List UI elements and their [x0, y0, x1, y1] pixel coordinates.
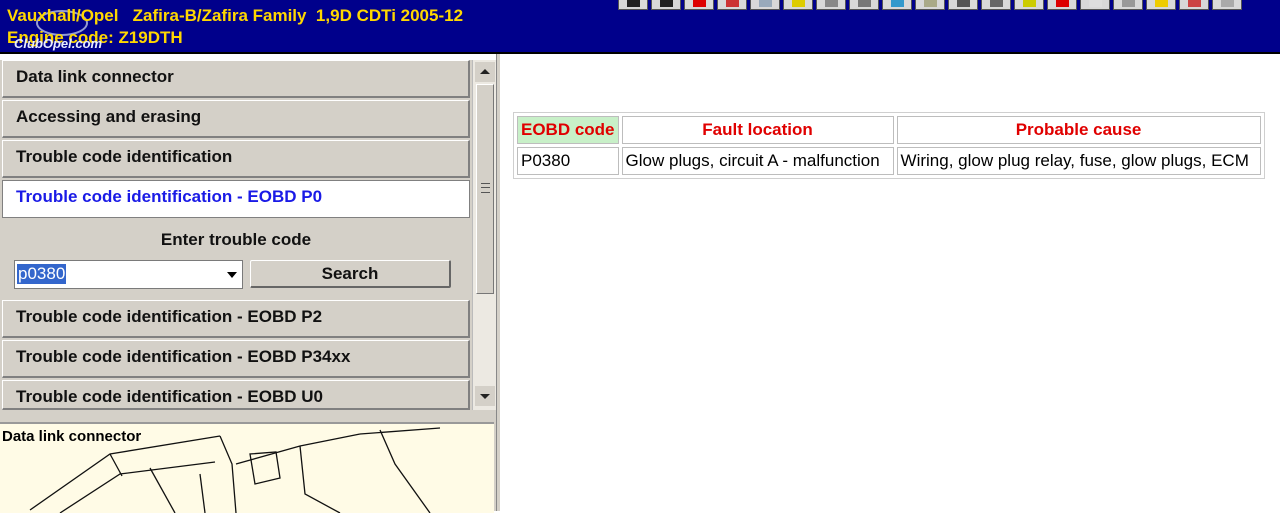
cell-code: P0380 — [517, 147, 619, 175]
nav-item-eobd-p34xx[interactable]: Trouble code identification - EOBD P34xx — [2, 340, 470, 378]
connector-diagram: Data link connector — [0, 422, 494, 513]
blank-icon[interactable] — [1080, 0, 1110, 10]
scroll-thumb[interactable] — [476, 84, 494, 294]
refresh-icon[interactable] — [849, 0, 879, 10]
mail-icon[interactable] — [750, 0, 780, 10]
cell-probable-cause: Wiring, glow plug relay, fuse, glow plug… — [896, 147, 1261, 175]
nav-item-data-link-connector[interactable]: Data link connector — [2, 60, 470, 98]
flag-icon[interactable] — [717, 0, 747, 10]
chevron-down-icon[interactable] — [227, 272, 237, 278]
compare-icon[interactable] — [1113, 0, 1143, 10]
enter-code-label: Enter trouble code — [160, 230, 312, 249]
column-header-eobd-code: EOBD code — [517, 116, 619, 144]
wrench-icon[interactable] — [816, 0, 846, 10]
watermark-text: ClubOpel.com — [14, 36, 103, 51]
settings-icon[interactable] — [981, 0, 1011, 10]
trouble-code-table: EOBD code Fault location Probable cause … — [513, 112, 1265, 179]
info-icon[interactable] — [882, 0, 912, 10]
print-preview-icon[interactable] — [1212, 0, 1242, 10]
folder-icon[interactable] — [1179, 0, 1209, 10]
diagram-title: Data link connector — [2, 428, 142, 445]
title-bar: Vauxhall/Opel Zafira-B/Zafira Family 1,9… — [0, 0, 1280, 54]
pane-splitter[interactable] — [496, 54, 500, 511]
column-header-fault-location: Fault location — [621, 116, 894, 144]
printer-icon[interactable] — [948, 0, 978, 10]
scroll-down-icon[interactable] — [475, 386, 495, 406]
left-panel: Data link connector Accessing and erasin… — [0, 60, 496, 513]
red-tool-icon[interactable] — [1047, 0, 1077, 10]
document-icon[interactable] — [915, 0, 945, 10]
n-icon[interactable] — [618, 0, 648, 10]
nav-list: Data link connector Accessing and erasin… — [0, 60, 472, 410]
vehicle-title: Vauxhall/Opel Zafira-B/Zafira Family 1,9… — [7, 6, 464, 25]
p-icon[interactable] — [651, 0, 681, 10]
scroll-up-icon[interactable] — [475, 62, 495, 82]
grip-icon — [481, 183, 490, 193]
trouble-code-entry-panel: Enter trouble code p0380 Search — [2, 224, 470, 302]
nav-item-eobd-p0[interactable]: Trouble code identification - EOBD P0 — [2, 180, 470, 218]
toolbar — [618, 0, 1242, 11]
warning-icon[interactable] — [684, 0, 714, 10]
checkmark-icon[interactable] — [1014, 0, 1044, 10]
table-header-row: EOBD code Fault location Probable cause — [517, 116, 1261, 144]
column-header-probable-cause: Probable cause — [896, 116, 1261, 144]
nav-item-eobd-p2[interactable]: Trouble code identification - EOBD P2 — [2, 300, 470, 338]
key-icon[interactable] — [1146, 0, 1176, 10]
cell-fault-location: Glow plugs, circuit A - malfunction — [621, 147, 894, 175]
trouble-code-value[interactable]: p0380 — [17, 264, 67, 284]
search-button[interactable]: Search — [250, 260, 451, 288]
nav-item-trouble-code-identification[interactable]: Trouble code identification — [2, 140, 470, 178]
table-row: P0380 Glow plugs, circuit A - malfunctio… — [517, 147, 1261, 175]
lightbulb-icon[interactable] — [783, 0, 813, 10]
trouble-code-combobox[interactable]: p0380 — [14, 260, 243, 289]
nav-scrollbar[interactable] — [472, 60, 496, 410]
nav-item-accessing-erasing[interactable]: Accessing and erasing — [2, 100, 470, 138]
nav-item-eobd-u0[interactable]: Trouble code identification - EOBD U0 — [2, 380, 470, 410]
